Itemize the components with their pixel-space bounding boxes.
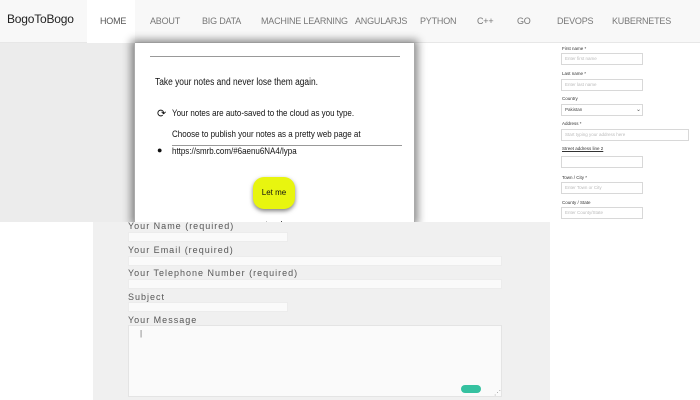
country-select[interactable]: Pakistan <box>561 104 643 116</box>
promo-divider-top <box>150 56 400 57</box>
promo-headline: Take your notes and never lose them agai… <box>155 77 318 88</box>
nav-angularjs[interactable]: ANGULARJS <box>355 0 407 43</box>
let-me-type-button[interactable]: Let me type! <box>253 177 295 229</box>
address-line2-label[interactable]: Street address line 2 <box>562 146 603 151</box>
address-input[interactable]: Start typing your address here <box>561 129 689 141</box>
top-navbar: BogoToBogo HOME ABOUT BIG DATA MACHINE L… <box>0 0 700 43</box>
subject-label: Subject <box>128 292 166 302</box>
message-label: Your Message <box>128 315 198 325</box>
country-label: Country <box>562 96 578 101</box>
county-label: County / State <box>562 200 591 205</box>
email-label: Your Email (required) <box>128 245 234 255</box>
nav-about[interactable]: ABOUT <box>150 0 180 43</box>
nav-python[interactable]: PYTHON <box>420 0 457 43</box>
address-line2-input[interactable] <box>561 156 643 168</box>
first-name-label: First name * <box>562 46 587 51</box>
site-logo[interactable]: BogoToBogo <box>7 12 74 26</box>
phone-label: Your Telephone Number (required) <box>128 268 299 278</box>
text-caret: | <box>140 329 143 338</box>
email-input[interactable] <box>128 256 502 266</box>
message-textarea[interactable] <box>128 325 502 397</box>
nav-go[interactable]: GO <box>517 0 531 43</box>
name-input[interactable] <box>128 232 288 242</box>
name-label: Your Name (required) <box>128 221 235 231</box>
nav-big-data[interactable]: BIG DATA <box>202 0 241 43</box>
first-name-input[interactable]: Enter first name <box>561 53 643 65</box>
nav-home[interactable]: HOME <box>87 0 135 43</box>
subject-input[interactable] <box>128 302 288 312</box>
phone-input[interactable] <box>128 279 502 289</box>
promo-line-autosave: Your notes are auto-saved to the cloud a… <box>172 108 355 119</box>
county-input[interactable]: Enter County/State <box>561 207 643 219</box>
sync-icon: ⟳ <box>157 108 167 120</box>
town-input[interactable]: Enter Town or City <box>561 182 643 194</box>
resize-handle-icon[interactable]: ⋰ <box>494 389 501 397</box>
send-button[interactable] <box>461 385 481 393</box>
promo-line-publish: Choose to publish your notes as a pretty… <box>172 129 361 140</box>
promo-url[interactable]: https://smrb.com/#6aenu6NA4/lypa <box>172 146 297 157</box>
nav-devops[interactable]: DEVOPS <box>557 0 594 43</box>
town-label: Town / City * <box>562 175 588 180</box>
nav-kubernetes[interactable]: KUBERNETES <box>612 0 671 43</box>
nav-cpp[interactable]: C++ <box>477 0 494 43</box>
publish-icon: ● <box>157 145 163 155</box>
chevron-down-icon: ⌄ <box>636 107 642 113</box>
last-name-input[interactable]: Enter last name <box>561 79 643 91</box>
nav-machine-learning[interactable]: MACHINE LEARNING <box>261 0 348 43</box>
address-label: Address * <box>562 121 582 126</box>
last-name-label: Last name * <box>562 71 587 76</box>
